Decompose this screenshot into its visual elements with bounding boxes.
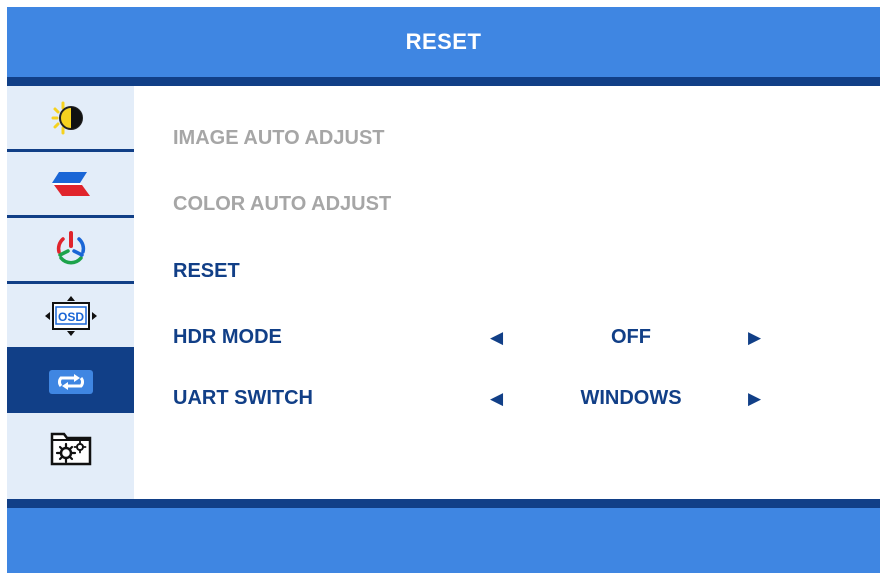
uart-switch-right-arrow-icon[interactable]: ▶ <box>748 389 761 409</box>
sidebar-item-system[interactable] <box>7 416 134 479</box>
osd-menu: RESET OSD IMAGE AUTO ADJUST COLOR AUTO A… <box>7 7 880 573</box>
menu-item-label: RESET <box>173 260 240 282</box>
sidebar-item-color[interactable] <box>7 152 134 215</box>
footer-bar <box>7 508 880 573</box>
osd-settings-icon: OSD <box>44 295 97 336</box>
hdr-mode-right-arrow-icon[interactable]: ▶ <box>748 328 761 348</box>
sidebar-item-osd[interactable]: OSD <box>7 284 134 347</box>
menu-item-color-auto-adjust[interactable]: COLOR AUTO ADJUST <box>134 185 880 225</box>
brightness-contrast-icon <box>51 101 83 134</box>
hdr-mode-left-arrow-icon[interactable]: ◀ <box>490 328 503 348</box>
header-bar: RESET <box>7 7 880 77</box>
sidebar-item-brightness-contrast[interactable] <box>7 86 134 149</box>
menu-item-label: IMAGE AUTO ADJUST <box>173 127 385 149</box>
menu-item-label: HDR MODE <box>173 326 282 348</box>
page-title: RESET <box>405 29 482 54</box>
sidebar-item-reset[interactable] <box>7 350 134 413</box>
footer-divider <box>7 499 880 508</box>
uart-switch-left-arrow-icon[interactable]: ◀ <box>490 389 503 409</box>
system-settings-icon <box>50 432 91 465</box>
menu-item-uart-switch[interactable]: UART SWITCH ◀ WINDOWS ▶ <box>134 379 880 419</box>
sidebar: OSD <box>7 86 134 499</box>
menu-item-reset[interactable]: RESET <box>134 252 880 292</box>
menu-item-hdr-mode[interactable]: HDR MODE ◀ OFF ▶ <box>134 318 880 358</box>
menu-item-label: COLOR AUTO ADJUST <box>173 193 392 215</box>
menu-item-image-auto-adjust[interactable]: IMAGE AUTO ADJUST <box>134 119 880 159</box>
reset-icon <box>48 369 93 394</box>
uart-switch-value: WINDOWS <box>580 387 682 409</box>
svg-text:OSD: OSD <box>57 310 83 324</box>
color-icon <box>51 171 90 196</box>
header-divider <box>7 77 880 86</box>
hdr-mode-value: OFF <box>611 326 651 348</box>
rgb-power-icon <box>56 230 85 264</box>
menu-panel: IMAGE AUTO ADJUST COLOR AUTO ADJUST RESE… <box>134 86 880 499</box>
sidebar-item-rgb[interactable] <box>7 218 134 281</box>
menu-item-label: UART SWITCH <box>173 387 313 409</box>
